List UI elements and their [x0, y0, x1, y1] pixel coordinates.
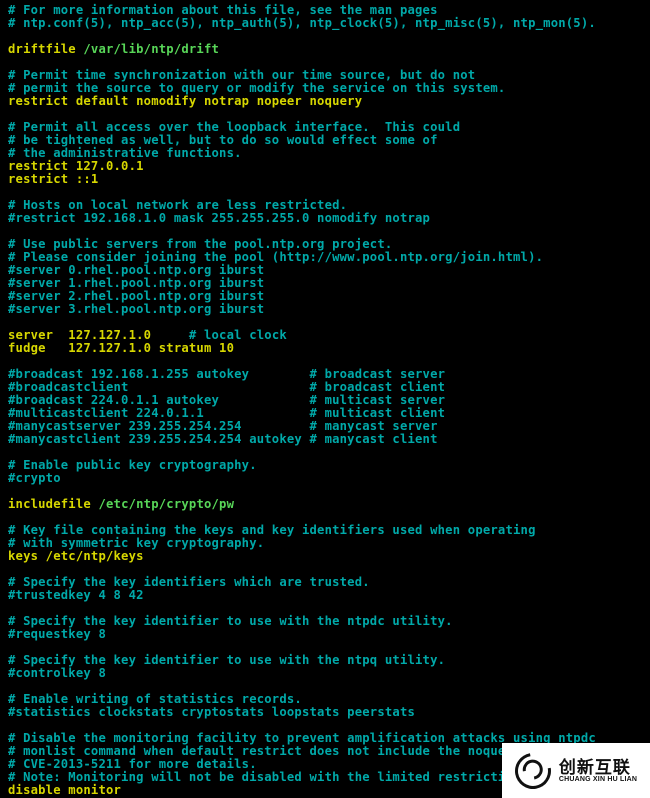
comment-text: # local clock [189, 328, 287, 342]
comment-text: # Note: Monitoring will not be disabled … [8, 770, 566, 784]
comment-text: #manycastserver 239.255.254.254 # manyca… [8, 419, 438, 433]
directive-text: keys /etc/ntp/keys [8, 549, 144, 563]
logo-text-en: CHUANG XIN HU LIAN [559, 776, 637, 783]
watermark-logo: 创新互联 CHUANG XIN HU LIAN [502, 743, 650, 798]
logo-text-cn: 创新互联 [559, 759, 637, 776]
comment-text: #statistics clockstats cryptostats loops… [8, 705, 415, 719]
comment-text: # Specify the key identifier to use with… [8, 614, 453, 628]
code-line: #crypto [8, 472, 644, 485]
code-line: #requestkey 8 [8, 628, 644, 641]
comment-text: # Enable writing of statistics records. [8, 692, 302, 706]
value-text: /var/lib/ntp/drift [83, 42, 219, 56]
comment-text: # permit the source to query or modify t… [8, 81, 505, 95]
comment-text: #trustedkey 4 8 42 [8, 588, 144, 602]
comment-text: #broadcast 192.168.1.255 autokey # broad… [8, 367, 445, 381]
code-line: #manycastclient 239.255.254.254 autokey … [8, 433, 644, 446]
comment-text: #server 2.rhel.pool.ntp.org iburst [8, 289, 264, 303]
comment-text: #server 3.rhel.pool.ntp.org iburst [8, 302, 264, 316]
code-line: restrict 127.0.0.1 [8, 160, 644, 173]
comment-text: # For more information about this file, … [8, 3, 438, 17]
directive-text: server 127.127.1.0 [8, 328, 189, 342]
code-line: #controlkey 8 [8, 667, 644, 680]
code-line: #statistics clockstats cryptostats loops… [8, 706, 644, 719]
code-line: restrict default nomodify notrap nopeer … [8, 95, 644, 108]
code-line: #server 3.rhel.pool.ntp.org iburst [8, 303, 644, 316]
comment-text: #multicastclient 224.0.1.1 # multicast c… [8, 406, 445, 420]
code-line: keys /etc/ntp/keys [8, 550, 644, 563]
comment-text: # Specify the key identifier to use with… [8, 653, 445, 667]
directive-text: restrict ::1 [8, 172, 98, 186]
comment-text: # Please consider joining the pool (http… [8, 250, 543, 264]
comment-text: #broadcastclient # broadcast client [8, 380, 445, 394]
code-line: fudge 127.127.1.0 stratum 10 [8, 342, 644, 355]
comment-text: #controlkey 8 [8, 666, 106, 680]
directive-text: restrict 127.0.0.1 [8, 159, 144, 173]
code-line: driftfile /var/lib/ntp/drift [8, 43, 644, 56]
comment-text: # Permit time synchronization with our t… [8, 68, 475, 82]
comment-text: # Specify the key identifiers which are … [8, 575, 370, 589]
code-line: restrict ::1 [8, 173, 644, 186]
comment-text: # ntp.conf(5), ntp_acc(5), ntp_auth(5), … [8, 16, 596, 30]
comment-text: #crypto [8, 471, 61, 485]
comment-text: #server 1.rhel.pool.ntp.org iburst [8, 276, 264, 290]
comment-text: # Enable public key cryptography. [8, 458, 257, 472]
directive-text: driftfile [8, 42, 83, 56]
code-line: # ntp.conf(5), ntp_acc(5), ntp_auth(5), … [8, 17, 644, 30]
comment-text: # be tightened as well, but to do so wou… [8, 133, 438, 147]
terminal-editor-view[interactable]: # For more information about this file, … [0, 0, 650, 798]
comment-text: # Use public servers from the pool.ntp.o… [8, 237, 392, 251]
code-line: includefile /etc/ntp/crypto/pw [8, 498, 644, 511]
comment-text: #server 0.rhel.pool.ntp.org iburst [8, 263, 264, 277]
comment-text: #manycastclient 239.255.254.254 autokey … [8, 432, 438, 446]
comment-text: #broadcast 224.0.1.1 autokey # multicast… [8, 393, 445, 407]
comment-text: # Key file containing the keys and key i… [8, 523, 536, 537]
code-line: #trustedkey 4 8 42 [8, 589, 644, 602]
comment-text: # CVE-2013-5211 for more details. [8, 757, 257, 771]
value-text: /etc/ntp/crypto/pw [98, 497, 234, 511]
code-line: # Enable public key cryptography. [8, 459, 644, 472]
comment-text: #requestkey 8 [8, 627, 106, 641]
directive-text: includefile [8, 497, 98, 511]
code-line: #restrict 192.168.1.0 mask 255.255.255.0… [8, 212, 644, 225]
directive-text: disable monitor [8, 783, 121, 797]
comment-text: # the administrative functions. [8, 146, 242, 160]
logo-swirl-icon [508, 745, 558, 795]
comment-text: # with symmetric key cryptography. [8, 536, 264, 550]
comment-text: # Permit all access over the loopback in… [8, 120, 460, 134]
comment-text: #restrict 192.168.1.0 mask 255.255.255.0… [8, 211, 430, 225]
directive-text: fudge 127.127.1.0 stratum 10 [8, 341, 234, 355]
directive-text: restrict default nomodify notrap nopeer … [8, 94, 362, 108]
comment-text: # Hosts on local network are less restri… [8, 198, 347, 212]
